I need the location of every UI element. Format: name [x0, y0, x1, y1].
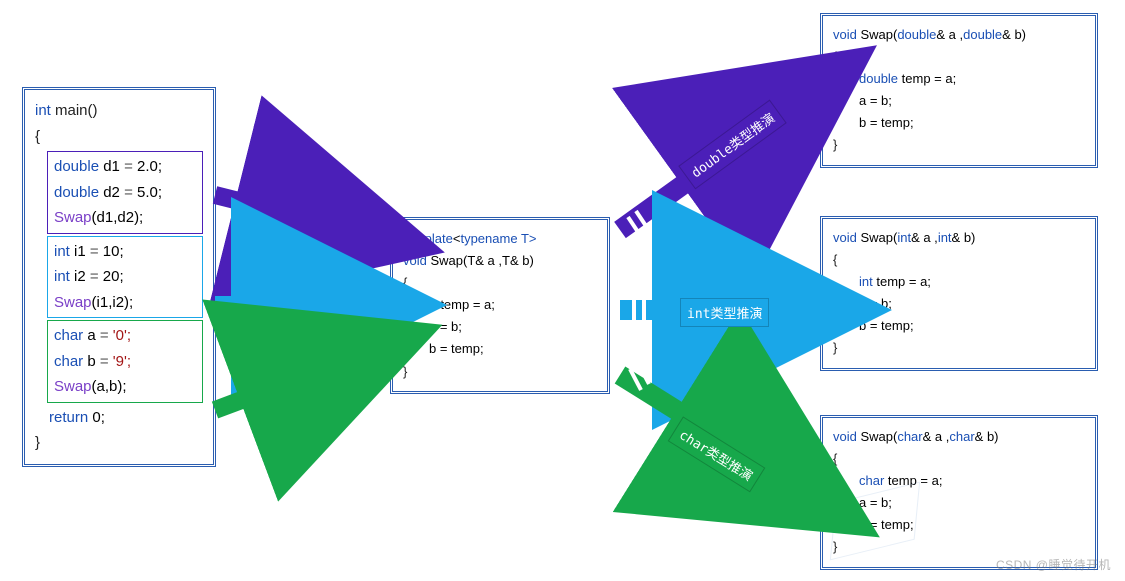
- char-call-block: char a = '0'; char b = '9'; Swap(a,b);: [47, 320, 203, 403]
- label-double: double类型推演: [678, 100, 786, 190]
- int-call-block: int i1 = 10; int i2 = 20; Swap(i1,i2);: [47, 236, 203, 319]
- swap-double-box: void Swap(double& a ,double& b) { double…: [820, 13, 1098, 168]
- swap-char-box: void Swap(char& a ,char& b) { char temp …: [820, 415, 1098, 570]
- double-call-block: double d1 = 2.0; double d2 = 5.0; Swap(d…: [47, 151, 203, 234]
- kw-int: int: [35, 102, 51, 119]
- arrow-template-to-char: [620, 375, 812, 495]
- main-function-box: int main() { double d1 = 2.0; double d2 …: [22, 87, 216, 467]
- label-int: int类型推演: [680, 298, 769, 327]
- arrow-double-to-template: [215, 195, 375, 235]
- arrow-char-to-template: [215, 350, 375, 410]
- label-char: char类型推演: [668, 416, 766, 492]
- template-box: template<typename T> void Swap(T& a ,T& …: [390, 217, 610, 394]
- swap-int-box: void Swap(int& a ,int& b) { int temp = a…: [820, 216, 1098, 371]
